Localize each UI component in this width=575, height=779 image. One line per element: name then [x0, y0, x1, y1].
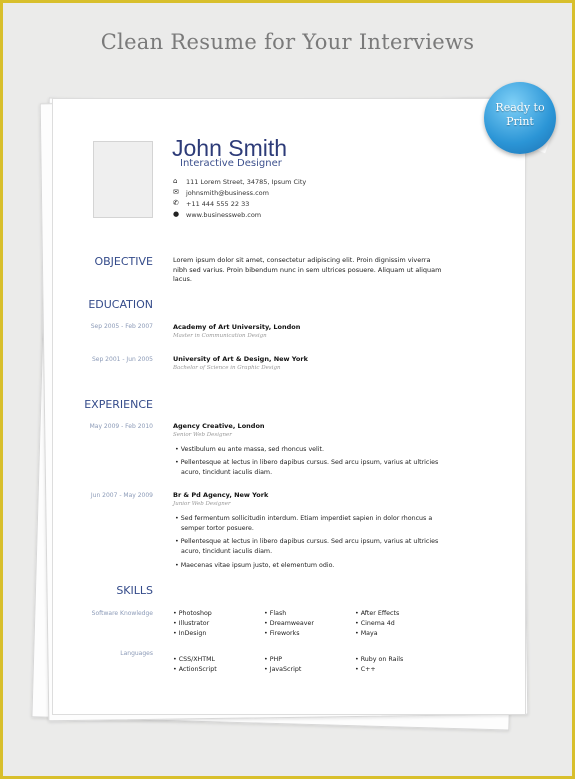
skill-item: • C++: [355, 666, 376, 673]
contact-phone: +11 444 555 22 33: [186, 200, 250, 208]
education-dates: Sep 2005 - Feb 2007: [90, 323, 153, 330]
badge-line1: Ready to: [495, 101, 545, 114]
experience-bullet: • Vestibulum eu ante massa, sed rhoncus …: [175, 446, 325, 453]
contact-website: www.businessweb.com: [186, 211, 262, 219]
skill-item: • Flash: [264, 610, 287, 617]
globe-icon: ●: [173, 210, 180, 218]
experience-company: Agency Creative, London: [173, 422, 265, 430]
education-school: Academy of Art University, London: [173, 323, 301, 331]
skills-heading: SKILLS: [116, 584, 153, 597]
contact-address: 111 Lorem Street, 34785, Ipsum City: [186, 178, 307, 186]
ready-to-print-badge: Ready to Print: [484, 82, 556, 154]
education-degree: Bachelor of Science in Graphic Design: [173, 365, 281, 371]
experience-title: Junior Web Designer: [173, 501, 231, 507]
skill-text: Fireworks: [269, 630, 300, 637]
banner-title: Clean Resume for Your Interviews: [100, 30, 475, 54]
education-dates: Sep 2001 - Jun 2005: [91, 356, 153, 363]
skill-text: JavaScript: [269, 666, 302, 673]
home-icon: ⌂: [173, 177, 178, 185]
education-heading: EDUCATION: [88, 298, 153, 311]
education-degree: Master in Communication Design: [173, 333, 267, 339]
skill-item: • Photoshop: [173, 610, 212, 617]
phone-icon: ✆: [173, 199, 179, 207]
languages-label: Languages: [120, 650, 153, 657]
experience-bullet: • Pellentesque at lectus in libero dapib…: [175, 459, 439, 476]
education-school: University of Art & Design, New York: [173, 355, 308, 363]
experience-bullet: • Pellentesque at lectus in libero dapib…: [175, 538, 439, 555]
skill-item: • Illustrator: [173, 620, 210, 627]
skill-item: • InDesign: [173, 630, 207, 637]
skill-text: Dreamweaver: [269, 620, 314, 627]
bullet-text: Pellentesque at lectus in libero dapibus…: [180, 538, 439, 555]
contact-email: johnsmith@business.com: [186, 189, 269, 197]
skill-text: Cinema 4d: [360, 620, 395, 627]
skill-text: Photoshop: [178, 610, 212, 617]
skill-text: ActionScript: [178, 666, 217, 673]
skill-text: Illustrator: [178, 620, 210, 627]
skill-text: C++: [360, 666, 376, 673]
bullet-text: Vestibulum eu ante massa, sed rhoncus ve…: [180, 446, 325, 453]
experience-dates: May 2009 - Feb 2010: [89, 423, 153, 430]
software-label: Software Knowledge: [91, 610, 153, 617]
skill-item: • Maya: [355, 630, 378, 637]
skill-item: • Dreamweaver: [264, 620, 314, 627]
experience-dates: Jun 2007 - May 2009: [90, 492, 153, 499]
skill-item: • JavaScript: [264, 666, 302, 673]
skill-item: • Cinema 4d: [355, 620, 395, 627]
bullet-text: Pellentesque at lectus in libero dapibus…: [180, 459, 439, 476]
bullet-text: Sed fermentum sollicitudin interdum. Eti…: [180, 515, 433, 532]
experience-bullet: • Sed fermentum sollicitudin interdum. E…: [175, 515, 433, 532]
skill-item: • Fireworks: [264, 630, 300, 637]
badge-line2: Print: [506, 115, 534, 128]
objective-text: Lorem ipsum dolor sit amet, consectetur …: [173, 256, 442, 283]
skill-item: • After Effects: [355, 610, 400, 617]
objective-heading: OBJECTIVE: [94, 255, 153, 268]
mail-icon: ✉: [173, 188, 179, 196]
skill-text: After Effects: [360, 610, 400, 617]
skill-text: Flash: [269, 610, 287, 617]
photo-placeholder: [93, 141, 153, 218]
skill-text: CSS/XHTML: [178, 656, 216, 663]
skill-item: • PHP: [264, 656, 283, 663]
skill-item: • Ruby on Rails: [355, 656, 404, 663]
bullet-text: Maecenas vitae ipsum justo, et elementum…: [180, 562, 335, 569]
experience-heading: EXPERIENCE: [84, 398, 153, 411]
candidate-role: Interactive Designer: [180, 158, 282, 169]
experience-bullet: • Maecenas vitae ipsum justo, et element…: [175, 562, 335, 569]
experience-title: Senior Web Designer: [173, 432, 232, 438]
skill-text: Maya: [360, 630, 378, 637]
experience-company: Br & Pd Agency, New York: [173, 491, 269, 499]
skill-item: • ActionScript: [173, 666, 217, 673]
skill-item: • CSS/XHTML: [173, 656, 216, 663]
skill-text: Ruby on Rails: [360, 656, 404, 663]
skill-text: PHP: [269, 656, 283, 663]
skill-text: InDesign: [178, 630, 207, 637]
